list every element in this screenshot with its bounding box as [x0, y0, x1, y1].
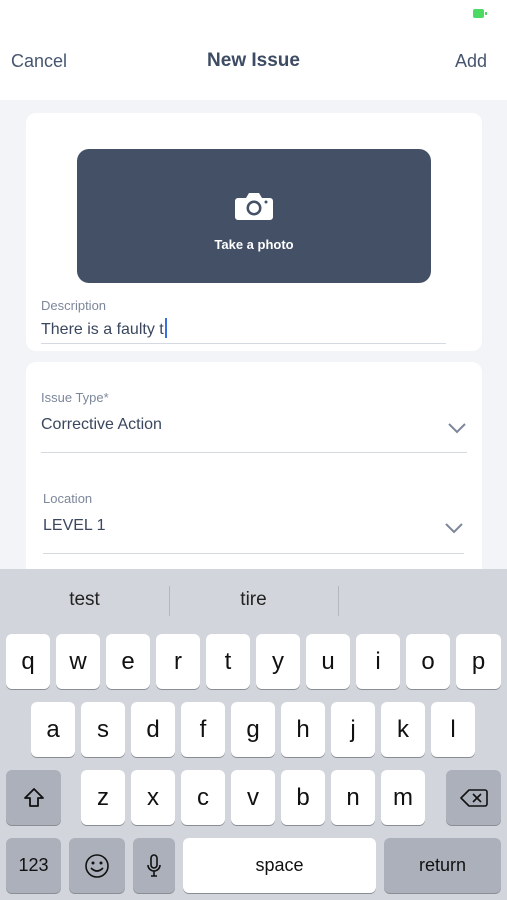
emoji-icon [85, 853, 109, 878]
key-e[interactable]: e [106, 634, 150, 689]
key-m[interactable]: m [381, 770, 425, 825]
shift-icon [23, 787, 44, 807]
description-label: Description [41, 298, 107, 313]
backspace-icon [459, 788, 488, 807]
description-underline [41, 343, 446, 344]
location-underline [43, 553, 464, 554]
key-n[interactable]: n [331, 770, 375, 825]
suggestion-divider [338, 586, 339, 616]
key-d[interactable]: d [131, 702, 175, 757]
key-p[interactable]: p [456, 634, 501, 689]
key-l[interactable]: l [431, 702, 475, 757]
suggestion-bar: test tire [0, 569, 507, 631]
backspace-key[interactable] [446, 770, 501, 825]
status-bar [0, 0, 507, 30]
add-button[interactable]: Add [455, 51, 487, 72]
key-s[interactable]: s [81, 702, 125, 757]
key-h[interactable]: h [281, 702, 325, 757]
key-f[interactable]: f [181, 702, 225, 757]
return-key[interactable]: return [384, 838, 501, 893]
take-photo-label: Take a photo [214, 237, 294, 252]
keyboard: test tire q w e r t y u i o p a s d f g … [0, 569, 507, 900]
key-i[interactable]: i [356, 634, 400, 689]
description-value: There is a faulty t [41, 321, 164, 338]
issue-type-value: Corrective Action [41, 416, 162, 433]
text-caret [164, 318, 167, 338]
key-u[interactable]: u [306, 634, 350, 689]
key-y[interactable]: y [256, 634, 300, 689]
shift-key[interactable] [6, 770, 61, 825]
issue-type-label: Issue Type* [41, 390, 109, 405]
key-b[interactable]: b [281, 770, 325, 825]
key-q[interactable]: q [6, 634, 50, 689]
key-t[interactable]: t [206, 634, 250, 689]
take-photo-button[interactable]: Take a photo [77, 149, 431, 283]
key-r[interactable]: r [156, 634, 200, 689]
key-o[interactable]: o [406, 634, 450, 689]
description-input[interactable]: There is a faulty t [41, 318, 167, 339]
key-j[interactable]: j [331, 702, 375, 757]
microphone-key[interactable] [133, 838, 175, 893]
numbers-key[interactable]: 123 [6, 838, 61, 893]
emoji-key[interactable] [69, 838, 125, 893]
issue-type-underline [41, 452, 467, 453]
chevron-down-icon [445, 523, 463, 534]
key-w[interactable]: w [56, 634, 100, 689]
key-x[interactable]: x [131, 770, 175, 825]
photo-description-card: Take a photo Description There is a faul… [26, 113, 482, 351]
location-label: Location [43, 491, 93, 506]
key-v[interactable]: v [231, 770, 275, 825]
key-z[interactable]: z [81, 770, 125, 825]
key-c[interactable]: c [181, 770, 225, 825]
camera-icon [235, 193, 273, 220]
key-g[interactable]: g [231, 702, 275, 757]
suggestion-item[interactable]: test [0, 589, 169, 611]
page-title: New Issue [207, 50, 300, 71]
nav-bar: Cancel New Issue Add [0, 30, 507, 100]
key-a[interactable]: a [31, 702, 75, 757]
suggestion-item[interactable]: tire [169, 589, 338, 611]
location-value: LEVEL 1 [43, 517, 106, 534]
chevron-down-icon [448, 423, 466, 434]
battery-icon [473, 9, 487, 18]
key-k[interactable]: k [381, 702, 425, 757]
issue-details-card: Issue Type* Corrective Action Location L… [26, 362, 482, 592]
microphone-icon [147, 853, 161, 877]
space-key[interactable]: space [183, 838, 376, 893]
